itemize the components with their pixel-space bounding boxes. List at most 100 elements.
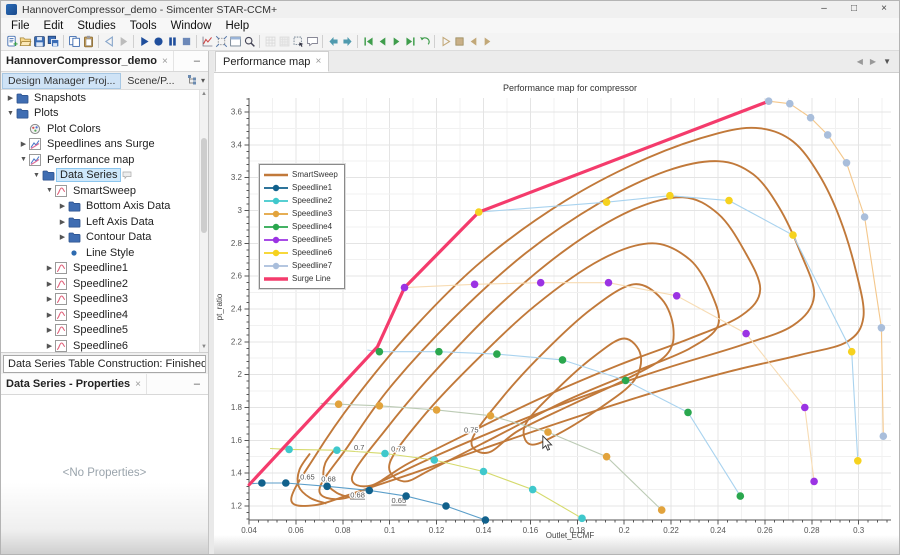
tree-item-speedlines-ans-surge[interactable]: ▶Speedlines ans Surge [1,137,208,153]
step-icon[interactable] [137,34,151,50]
scrollbar-thumb[interactable] [201,138,207,233]
subtab-scene[interactable]: Scene/P... [122,74,179,88]
tab-close-icon[interactable]: × [162,56,168,67]
tree-item-speedline3[interactable]: ▶ Speedline3 [1,292,208,308]
expand-icon[interactable]: ▶ [18,140,29,148]
collapse-icon[interactable]: ▼ [5,110,16,117]
expand-icon[interactable]: ▶ [44,280,55,288]
minimize-button[interactable]: – [809,1,839,18]
tree-item-data-series[interactable]: ▼Data Series [1,168,208,184]
expand-icon[interactable]: ▶ [44,311,55,319]
tree-item-smartsweep[interactable]: ▼SmartSweep [1,183,208,199]
menu-edit[interactable]: Edit [37,20,71,32]
speedline3-marker [376,402,384,410]
collapse-icon[interactable]: ▼ [18,156,29,163]
expand-icon[interactable]: ▶ [44,295,55,303]
chevron-down-icon[interactable]: ▾ [201,76,205,85]
stop-macro-icon[interactable] [452,34,466,50]
tab-simulation[interactable]: HannoverCompressor_demo × [1,51,174,71]
expand-icon[interactable]: ▶ [44,342,55,350]
menu-help[interactable]: Help [218,20,256,32]
properties-close-icon[interactable]: × [135,379,141,390]
tree-item-performance-map[interactable]: ▼Performance map [1,152,208,168]
forward-icon[interactable] [116,34,130,50]
scroll-down-icon[interactable]: ▼ [200,343,208,352]
tree-item-speedline4[interactable]: ▶Speedline4 [1,307,208,323]
next-solution-icon[interactable] [389,34,403,50]
tree-item-line-style[interactable]: Line Style [1,245,208,261]
rubberband-select-icon[interactable] [291,34,305,50]
annotation-icon[interactable] [305,34,319,50]
open-simulation-icon[interactable] [18,34,32,50]
plot-monitor-icon[interactable] [200,34,214,50]
stop-icon[interactable] [179,34,193,50]
previous-solution-icon[interactable] [375,34,389,50]
expand-icon[interactable]: ▶ [57,218,68,226]
tree-item-label: Speedline3 [70,293,131,305]
tree-item-contour-data[interactable]: ▶Contour Data [1,230,208,246]
tree-sync-icon[interactable] [187,74,198,88]
legend-entry-speedline6: Speedline6 [263,246,338,259]
play-macro-icon[interactable] [438,34,452,50]
close-button[interactable]: × [869,1,899,18]
speedline7-marker [824,131,832,139]
plot-canvas[interactable]: 0.040.060.080.10.120.140.160.180.20.220.… [214,73,899,554]
save-icon[interactable] [32,34,46,50]
tree-item-left-axis-data[interactable]: ▶Left Axis Data [1,214,208,230]
new-scene-icon[interactable] [228,34,242,50]
pan-left-icon[interactable] [326,34,340,50]
expand-icon[interactable]: ▶ [5,94,16,102]
legend-label: Speedline6 [292,248,332,257]
menu-studies[interactable]: Studies [70,20,122,32]
tree-item-snapshots[interactable]: ▶Snapshots [1,90,208,106]
y-tick-label: 2.4 [231,304,243,313]
no-properties-text: <No Properties> [1,467,208,479]
explorer-tabbar: HannoverCompressor_demo × – [1,51,208,72]
tab-list-icon[interactable]: ▼ [883,57,891,66]
copy-icon[interactable] [67,34,81,50]
macro-step-back-icon[interactable] [466,34,480,50]
performance-map-close-icon[interactable]: × [315,56,321,67]
tree-item-speedline2[interactable]: ▶Speedline2 [1,276,208,292]
tree-item-plot-colors[interactable]: Plot Colors [1,121,208,137]
tree-item-speedline1[interactable]: ▶Speedline1 [1,261,208,277]
tree-item-plots[interactable]: ▼Plots [1,106,208,122]
run-icon[interactable] [151,34,165,50]
menu-tools[interactable]: Tools [123,20,164,32]
new-simulation-icon[interactable] [4,34,18,50]
tab-performance-map[interactable]: Performance map × [215,51,329,72]
save-all-icon[interactable] [46,34,60,50]
maximize-button[interactable]: □ [839,1,869,18]
collapse-icon[interactable]: ▼ [44,187,55,194]
back-icon[interactable] [102,34,116,50]
pan-right-icon[interactable] [340,34,354,50]
speedline1-marker [258,479,266,487]
expand-icon[interactable]: ▶ [57,233,68,241]
panel-minimize-button[interactable]: – [186,55,208,67]
scroll-up-icon[interactable]: ▲ [200,90,208,99]
tree-item-speedline6[interactable]: ▶Speedline6 [1,338,208,352]
properties-minimize-button[interactable]: – [186,378,208,390]
menu-window[interactable]: Window [164,20,219,32]
reset-view-icon[interactable] [214,34,228,50]
tree-item-speedline5[interactable]: ▶Speedline5 [1,323,208,339]
tab-properties[interactable]: Data Series - Properties × [1,374,147,394]
paste-icon[interactable] [81,34,95,50]
macro-step-forward-icon[interactable] [480,34,494,50]
zoom-select-icon[interactable] [242,34,256,50]
collapse-icon[interactable]: ▼ [31,172,42,179]
tree-scrollbar[interactable]: ▲▼ [199,90,208,352]
first-solution-icon[interactable] [361,34,375,50]
y-tick-label: 3.4 [231,140,243,149]
menu-file[interactable]: File [4,20,37,32]
tab-scroll-right-icon[interactable]: ▶ [870,57,876,66]
revert-solution-icon[interactable] [417,34,431,50]
subtab-design-manager[interactable]: Design Manager Proj... [3,74,120,88]
tree-item-bottom-axis-data[interactable]: ▶Bottom Axis Data [1,199,208,215]
expand-icon[interactable]: ▶ [57,202,68,210]
expand-icon[interactable]: ▶ [44,326,55,334]
expand-icon[interactable]: ▶ [44,264,55,272]
tab-scroll-left-icon[interactable]: ◀ [857,57,863,66]
pause-icon[interactable] [165,34,179,50]
last-solution-icon[interactable] [403,34,417,50]
